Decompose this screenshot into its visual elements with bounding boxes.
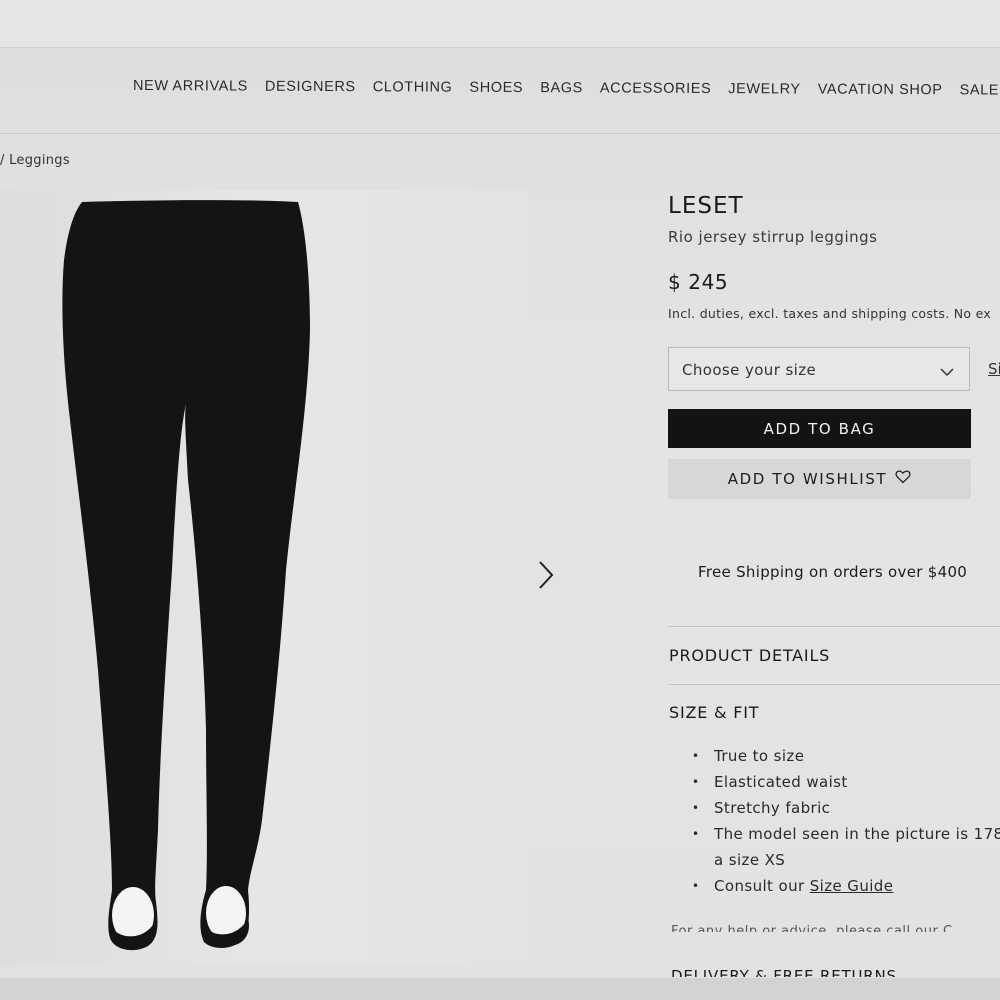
nav-item-sale[interactable]: SALE [960,82,1000,98]
product-price: $ 245 [668,270,729,294]
list-item: Stretchy fabric [692,795,1000,821]
browser-screen: NEW ARRIVALS DESIGNERS CLOTHING SHOES BA… [0,0,1000,1000]
breadcrumb[interactable]: / Leggings [0,153,70,168]
product-name: Rio jersey stirrup leggings [668,228,878,246]
nav-item-bags[interactable]: BAGS [540,80,583,96]
size-fit-list: True to size Elasticated waist Stretchy … [692,743,1000,899]
size-guide-link[interactable]: Si [988,360,1000,378]
delivery-returns-toggle[interactable]: DELIVERY & FREE RETURNS [671,967,897,977]
add-to-wishlist-label: ADD TO WISHLIST [727,470,888,488]
list-item: Elasticated waist [692,769,1000,795]
divider [668,626,1000,627]
product-image[interactable] [0,190,528,965]
leggings-image [62,200,310,951]
nav-item-new-arrivals[interactable]: NEW ARRIVALS [133,78,248,95]
help-text: For any help or advice, please call our … [671,924,953,932]
nav-item-designers[interactable]: DESIGNERS [265,79,356,95]
nav-item-shoes[interactable]: SHOES [469,80,523,96]
list-item-text: The model seen in the picture is 178 [714,825,1000,843]
chevron-down-icon [939,363,955,377]
size-select[interactable]: Choose your size [668,347,970,391]
duties-note: Incl. duties, excl. taxes and shipping c… [668,306,992,321]
free-shipping-banner: Free Shipping on orders over $400 [668,537,1000,627]
add-to-bag-button[interactable]: ADD TO BAG [668,409,971,448]
top-strip [0,0,1000,48]
list-item: Consult our Size Guide [692,873,1000,899]
divider [668,684,1000,685]
size-select-label: Choose your size [682,361,817,379]
nav-item-clothing[interactable]: CLOTHING [373,79,453,95]
nav-item-jewelry[interactable]: JEWELRY [728,81,801,97]
size-fit-toggle[interactable]: SIZE & FIT [669,703,759,722]
add-to-wishlist-button[interactable]: ADD TO WISHLIST [668,459,971,499]
nav-item-accessories[interactable]: ACCESSORIES [600,80,711,97]
list-item-text: a size XS [714,851,786,869]
main-nav: NEW ARRIVALS DESIGNERS CLOTHING SHOES BA… [0,48,1000,134]
bottom-bar [0,978,1000,1000]
chevron-right-icon[interactable] [534,558,558,592]
heart-icon [895,470,911,488]
list-item: True to size [692,743,1000,769]
free-shipping-text: Free Shipping on orders over $400 [698,563,968,581]
size-guide-link[interactable]: Size Guide [810,877,894,895]
consult-prefix: Consult our [714,877,805,895]
product-brand[interactable]: LESET [668,193,744,219]
product-details-toggle[interactable]: PRODUCT DETAILS [669,646,830,665]
nav-item-vacation-shop[interactable]: VACATION SHOP [818,82,943,99]
list-item: The model seen in the picture is 178 a s… [692,821,1000,873]
